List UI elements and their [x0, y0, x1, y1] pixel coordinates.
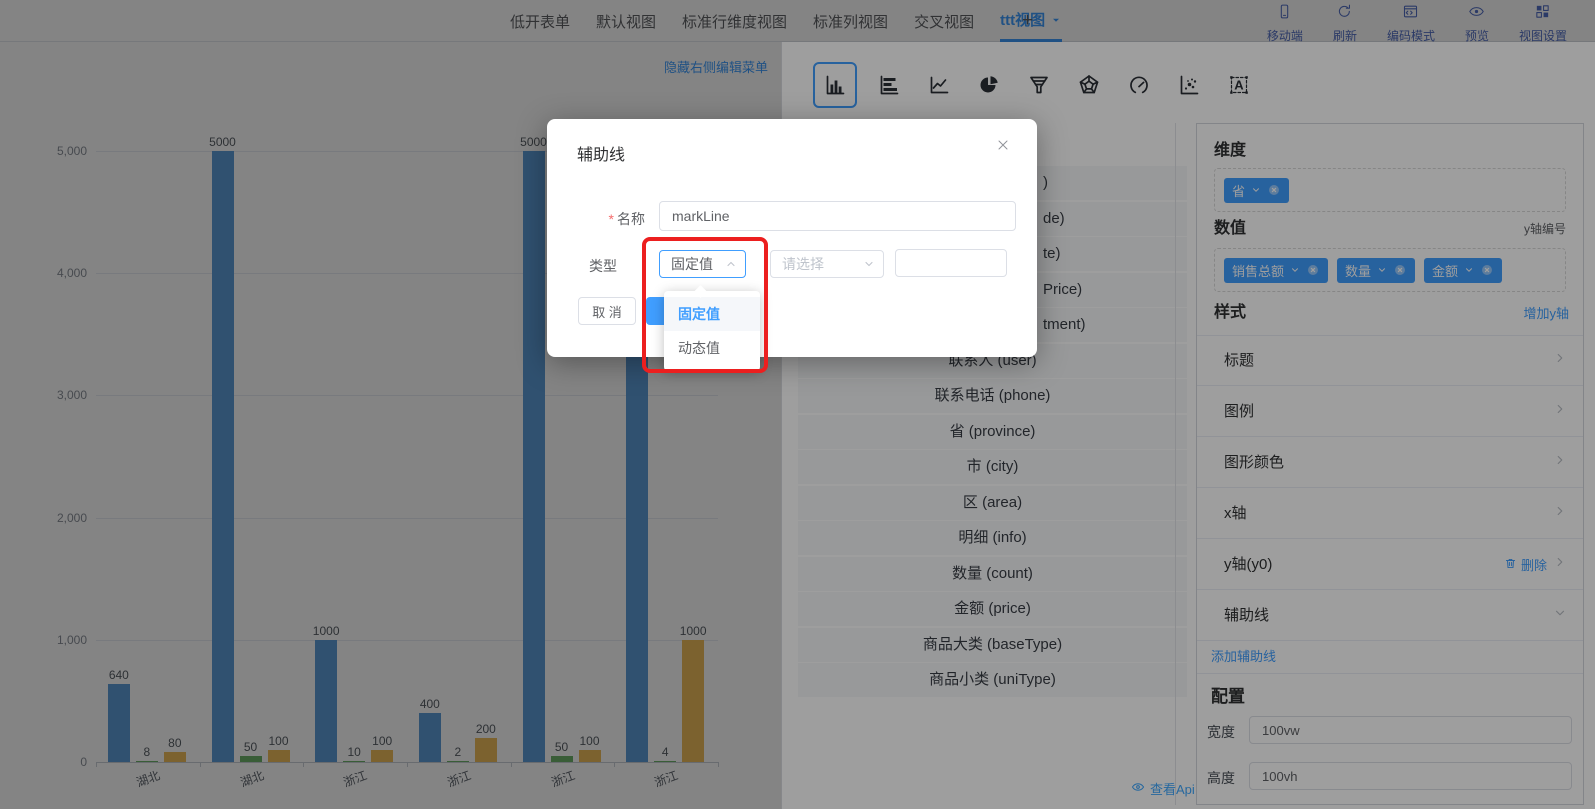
dropdown-option-固定值[interactable]: 固定值 — [664, 297, 760, 331]
value-input[interactable] — [895, 249, 1007, 277]
modal-title: 辅助线 — [577, 141, 625, 165]
type-dropdown: 固定值动态值 — [664, 291, 760, 371]
close-icon[interactable] — [995, 137, 1011, 158]
dropdown-option-动态值[interactable]: 动态值 — [664, 331, 760, 365]
chevron-down-icon — [863, 258, 875, 270]
type-select[interactable]: 固定值 — [659, 250, 746, 278]
markline-name-input[interactable] — [659, 201, 1016, 231]
cancel-button[interactable]: 取 消 — [578, 297, 636, 325]
chevron-up-icon — [725, 258, 737, 270]
type-label: 类型 — [537, 256, 617, 276]
required-asterisk: * — [609, 211, 614, 227]
target-select[interactable]: 请选择 — [770, 250, 884, 278]
markline-modal: 辅助线 *名称 类型 固定值 请选择 取 消 — [547, 119, 1037, 357]
name-label: *名称 — [565, 209, 645, 229]
app-root: 低开表单默认视图标准行维度视图标准列视图交叉视图ttt视图 + 移动端刷新编码模… — [0, 0, 1595, 809]
